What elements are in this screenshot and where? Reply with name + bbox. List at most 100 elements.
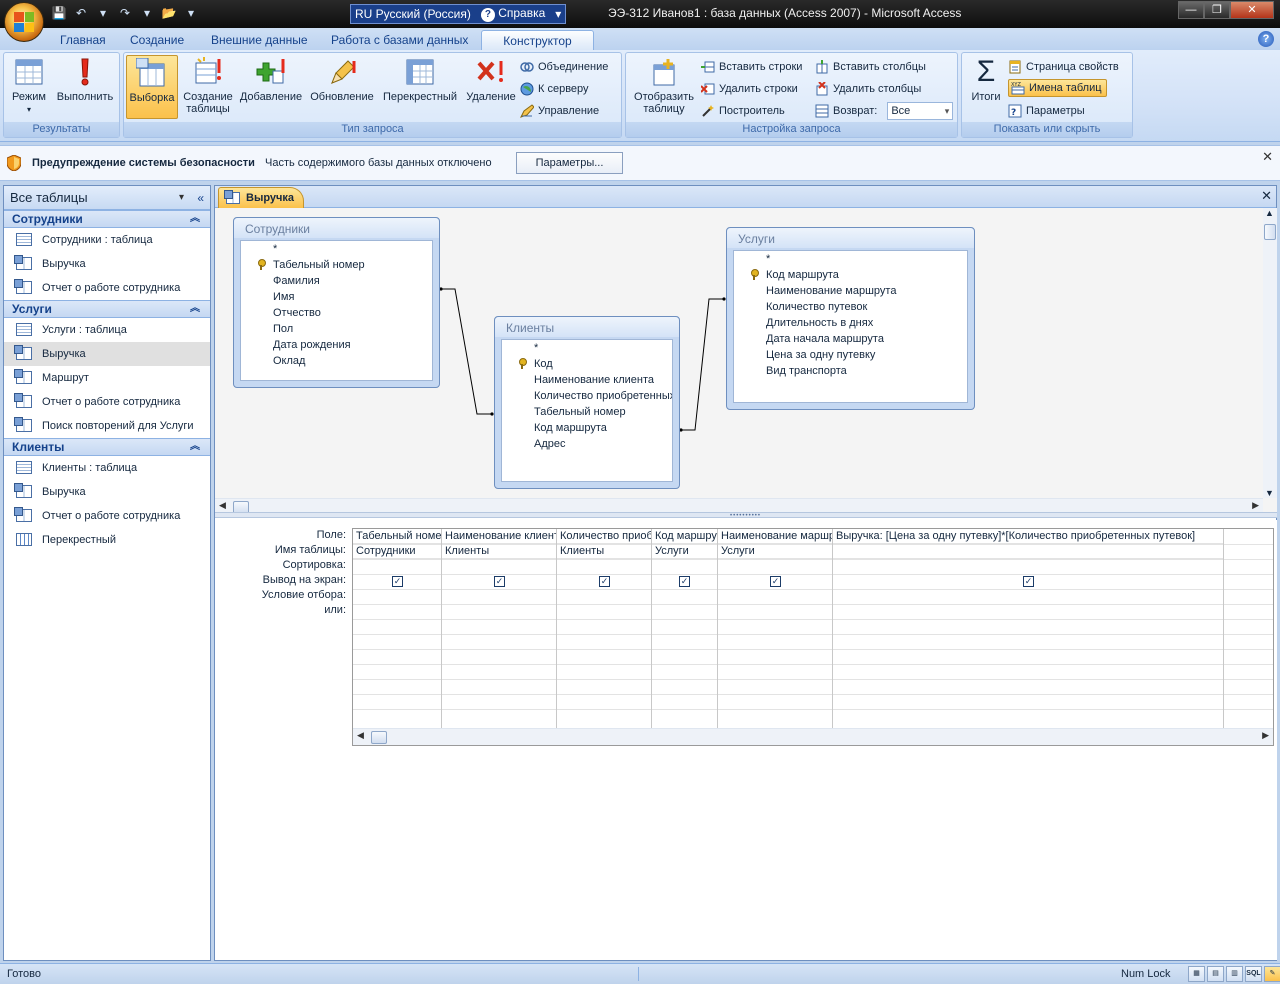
diagram-vertical-scrollbar[interactable]: ▲ ▼	[1263, 208, 1277, 498]
grid-column[interactable]: Выручка: [Цена за одну путевку]*[Количес…	[833, 529, 1224, 729]
scroll-up-icon[interactable]: ▲	[1265, 208, 1274, 218]
redo-icon[interactable]: ↷	[116, 4, 134, 22]
field-item[interactable]: *	[241, 241, 432, 257]
undo-icon[interactable]: ↶	[72, 4, 90, 22]
pane-splitter[interactable]: ••••••••••	[215, 512, 1277, 519]
grid-column[interactable]: Наименование клиента Клиенты ✓	[442, 529, 557, 729]
tab-create[interactable]: Создание	[118, 30, 196, 50]
grid-horizontal-scrollbar[interactable]: ◀ ▶	[353, 728, 1273, 745]
select-query-button[interactable]: Выборка	[126, 55, 178, 119]
table-cell[interactable]: Услуги	[718, 544, 832, 559]
field-item[interactable]: Код маршрута	[502, 420, 672, 436]
field-item[interactable]: Адрес	[502, 436, 672, 452]
field-item[interactable]: Табельный номер	[502, 404, 672, 420]
nav-item[interactable]: Клиенты : таблица	[4, 456, 210, 480]
field-item[interactable]: Фамилия	[241, 273, 432, 289]
grid-column[interactable]	[1224, 529, 1273, 729]
minimize-button[interactable]: —	[1178, 1, 1204, 19]
tab-external-data[interactable]: Внешние данные	[199, 30, 320, 50]
restore-button[interactable]: ❐	[1204, 1, 1230, 19]
return-values-combo[interactable]: Все	[887, 102, 954, 120]
language-indicator[interactable]: RU Русский (Россия)	[355, 7, 471, 21]
data-definition-button[interactable]: Управление	[520, 102, 599, 120]
scroll-left-icon[interactable]: ◀	[357, 730, 364, 741]
scroll-right-icon[interactable]: ▶	[1262, 730, 1269, 741]
close-button[interactable]: ✕	[1230, 1, 1274, 19]
chevron-up-icon[interactable]: ︽	[190, 301, 200, 317]
field-item[interactable]: Количество путевок	[734, 299, 967, 315]
chevron-up-icon[interactable]: ︽	[190, 211, 200, 227]
run-button[interactable]: Выполнить	[54, 57, 116, 103]
insert-columns-button[interactable]: Вставить столбцы	[815, 58, 926, 76]
show-checkbox[interactable]: ✓	[679, 576, 690, 587]
field-list-title[interactable]: Клиенты	[495, 317, 679, 337]
scroll-left-icon[interactable]: ◀	[219, 500, 226, 511]
field-item[interactable]: Вид транспорта	[734, 363, 967, 379]
field-cell[interactable]: Табельный номер	[353, 529, 441, 544]
close-icon[interactable]: ✕	[1261, 188, 1272, 204]
table-cell[interactable]: Услуги	[652, 544, 717, 559]
delete-query-button[interactable]: Удаление	[462, 57, 520, 103]
sql-view-button[interactable]: SQL	[1245, 966, 1262, 982]
help-link[interactable]: ? Справка	[480, 6, 545, 22]
nav-item[interactable]: Выручка	[4, 342, 210, 366]
nav-item[interactable]: Выручка	[4, 252, 210, 276]
totals-button[interactable]: Σ Итоги	[966, 57, 1006, 104]
grid-column[interactable]: Код маршрутаУслуги ✓	[652, 529, 718, 729]
tab-query-revenue[interactable]: Выручка	[218, 187, 304, 208]
field-cell[interactable]: Выручка: [Цена за одну путевку]*[Количес…	[833, 529, 1223, 544]
field-item[interactable]: *	[502, 340, 672, 356]
tab-database-tools[interactable]: Работа с базами данных	[319, 30, 480, 50]
builder-button[interactable]: Построитель	[701, 102, 785, 120]
grid-column[interactable]: Количество приобретенных путевокКлиенты ✓	[557, 529, 652, 729]
field-item[interactable]: Наименование маршрута	[734, 283, 967, 299]
nav-item[interactable]: Отчет о работе сотрудника	[4, 390, 210, 414]
nav-group-header[interactable]: Сотрудники ︽	[4, 210, 210, 228]
field-item[interactable]: Дата начала маршрута	[734, 331, 967, 347]
grid-column[interactable]: Табельный номер Сотрудники ✓	[353, 529, 442, 729]
chevron-down-icon[interactable]: ▾	[179, 186, 184, 210]
field-list-employees[interactable]: Сотрудники * Табельный номер Фамилия Имя Отч…	[233, 217, 440, 388]
field-list-title[interactable]: Услуги	[727, 228, 974, 248]
delete-rows-button[interactable]: Удалить строки	[700, 80, 798, 98]
office-button[interactable]	[4, 2, 44, 42]
field-cell[interactable]: Код маршрута	[652, 529, 717, 544]
make-table-button[interactable]: Создание таблицы	[180, 57, 236, 115]
field-item[interactable]: Отчество	[241, 305, 432, 321]
pass-through-button[interactable]: К серверу	[520, 80, 589, 98]
pivot-chart-view-icon[interactable]: ▥	[1226, 966, 1243, 982]
nav-pane-header[interactable]: Все таблицы ▾ «	[4, 186, 210, 210]
redo-dropdown-icon[interactable]: ▾	[138, 4, 156, 22]
table-cell[interactable]: Клиенты	[557, 544, 651, 559]
undo-dropdown-icon[interactable]: ▾	[94, 4, 112, 22]
insert-rows-button[interactable]: Вставить строки	[701, 58, 802, 76]
crosstab-button[interactable]: Перекрестный	[380, 57, 460, 103]
show-checkbox[interactable]: ✓	[392, 576, 403, 587]
show-checkbox[interactable]: ✓	[1023, 576, 1034, 587]
tab-home[interactable]: Главная	[48, 30, 118, 50]
nav-item[interactable]: Поиск повторений для Услуги	[4, 414, 210, 438]
field-item[interactable]: Цена за одну путевку	[734, 347, 967, 363]
show-table-button[interactable]: Отобразить таблицу	[630, 57, 698, 115]
show-checkbox[interactable]: ✓	[599, 576, 610, 587]
union-button[interactable]: Объединение	[520, 58, 608, 76]
table-cell[interactable]: Клиенты	[442, 544, 556, 559]
scroll-right-icon[interactable]: ▶	[1252, 500, 1259, 511]
field-item[interactable]: Наименование клиента	[502, 372, 672, 388]
delete-columns-button[interactable]: Удалить столбцы	[815, 80, 921, 98]
tab-design[interactable]: Конструктор	[481, 30, 594, 50]
field-cell[interactable]: Количество приобретенных путевок	[557, 529, 651, 544]
view-button[interactable]: Режим ▾	[8, 57, 50, 116]
scroll-thumb[interactable]	[371, 731, 387, 744]
save-icon[interactable]: 💾	[50, 4, 68, 22]
grid-column[interactable]: Наименование маршрутаУслуги ✓	[718, 529, 833, 729]
field-item[interactable]: Код	[502, 356, 672, 372]
property-sheet-button[interactable]: Страница свойств	[1008, 58, 1119, 76]
design-view-icon[interactable]: ✎	[1264, 966, 1280, 982]
field-item[interactable]: Оклад	[241, 353, 432, 369]
nav-item[interactable]: Выручка	[4, 480, 210, 504]
help-icon[interactable]: ?	[1258, 31, 1274, 47]
nav-item[interactable]: Отчет о работе сотрудника	[4, 504, 210, 528]
open-folder-icon[interactable]: 📂	[160, 4, 178, 22]
field-item[interactable]: Пол	[241, 321, 432, 337]
